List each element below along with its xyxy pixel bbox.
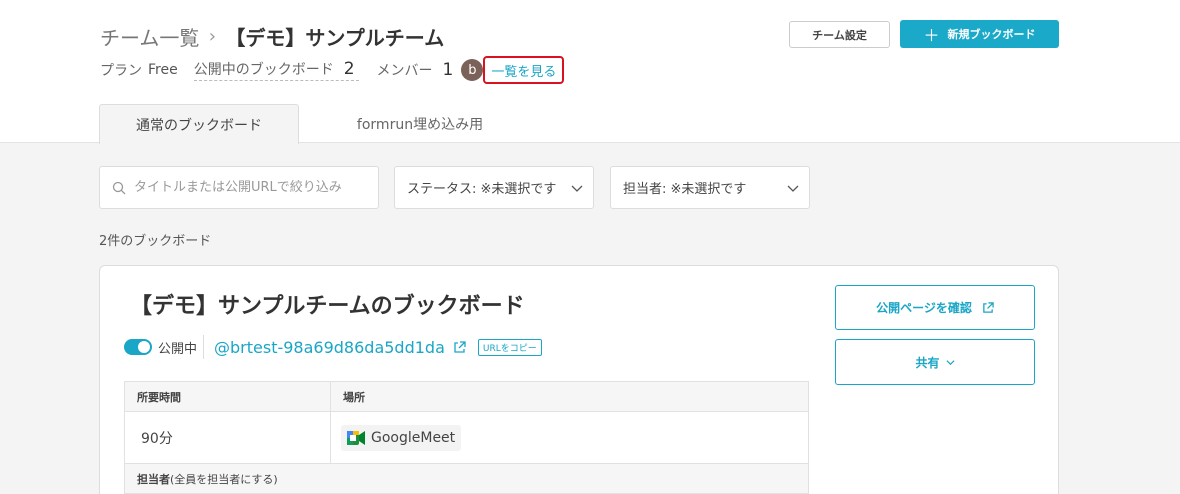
owner-select[interactable]: 担当者: ※未選択です [610,166,810,209]
tab-formrun-embed[interactable]: formrun埋め込み用 [310,104,530,144]
search-input[interactable] [134,180,364,195]
new-bookboard-label: 新規ブックボード [947,28,1036,41]
owner-header-row: 担当者 (全員を担当者にする) [125,464,808,494]
owner-header-label: 担当者 [137,472,170,486]
chevron-right-icon: › [208,26,216,47]
share-label: 共有 [915,355,940,370]
public-bookboards-label: 公開中のブックボード [193,62,334,78]
table-header-row: 所要時間 場所 [125,382,808,412]
chevron-down-icon [571,185,583,192]
new-bookboard-button[interactable]: ＋ 新規ブックボード [900,20,1059,48]
chevron-down-icon [787,185,799,192]
avatar: b [461,59,484,81]
external-link-icon [983,301,994,313]
public-bookboards[interactable]: 公開中のブックボード 2 [193,59,359,81]
place-badge: GoogleMeet [341,424,462,451]
bookboard-title: 【デモ】サンプルチームのブックボード [130,294,525,319]
breadcrumb: チーム一覧 › 【デモ】サンプルチーム [100,22,444,51]
status-select-value: ステータス: ※未選択です [407,182,557,197]
col-place-header: 場所 [343,390,365,404]
copy-url-button[interactable]: URLをコピー [477,338,542,356]
members-count: 1 [442,60,454,80]
status-select[interactable]: ステータス: ※未選択です [394,166,594,209]
view-public-page-button[interactable]: 公開ページを確認 [835,285,1035,330]
bookboard-slug-link[interactable]: @brtest-98a69d86da5dd1da [214,338,445,357]
members-label: メンバー [376,63,433,79]
members: メンバー 1 b [377,59,484,81]
view-members-link[interactable]: 一覧を見る [483,56,565,84]
bookboard-info-table: 所要時間 場所 90分 GoogleMeet 担当者 (全員を担当者にする) [124,381,809,494]
public-status-row: 公開中 @brtest-98a69d86da5dd1da URLをコピー [124,334,542,360]
public-bookboards-count: 2 [343,59,355,79]
divider [203,335,205,359]
team-settings-button[interactable]: チーム設定 [789,21,890,48]
col-duration-header: 所要時間 [125,382,331,411]
place-value: GoogleMeet [371,429,456,446]
duration-value: 90分 [125,412,331,463]
page-header: チーム一覧 › 【デモ】サンプルチーム プラン Free 公開中のブックボード … [0,0,1180,144]
owner-header-note: (全員を担当者にする) [170,472,278,486]
public-toggle[interactable] [124,339,152,355]
team-meta: プラン Free 公開中のブックボード 2 メンバー 1 b 一覧を見る [100,56,565,84]
tab-normal-bookboard[interactable]: 通常のブックボード [99,104,299,144]
search-box [99,166,379,209]
table-row: 90分 GoogleMeet [125,412,808,464]
plan-value: Free [148,62,178,78]
google-meet-icon [347,430,365,445]
bookboard-count: 2件のブックボード [99,234,212,249]
plus-icon: ＋ [923,26,940,45]
share-button[interactable]: 共有 [835,339,1035,385]
search-icon [112,181,126,194]
chevron-down-icon [945,359,955,365]
plan-label: プラン [100,63,142,79]
owner-select-value: 担当者: ※未選択です [623,182,747,197]
breadcrumb-team-list[interactable]: チーム一覧 [100,22,199,51]
external-link-icon[interactable] [453,340,466,354]
public-label: 公開中 [158,341,198,357]
place-cell: GoogleMeet [331,412,808,463]
bookboard-card: 【デモ】サンプルチームのブックボード 公開中 @brtest-98a69d86d… [99,265,1059,494]
page-title: 【デモ】サンプルチーム [225,26,445,50]
view-public-page-label: 公開ページを確認 [876,301,972,315]
